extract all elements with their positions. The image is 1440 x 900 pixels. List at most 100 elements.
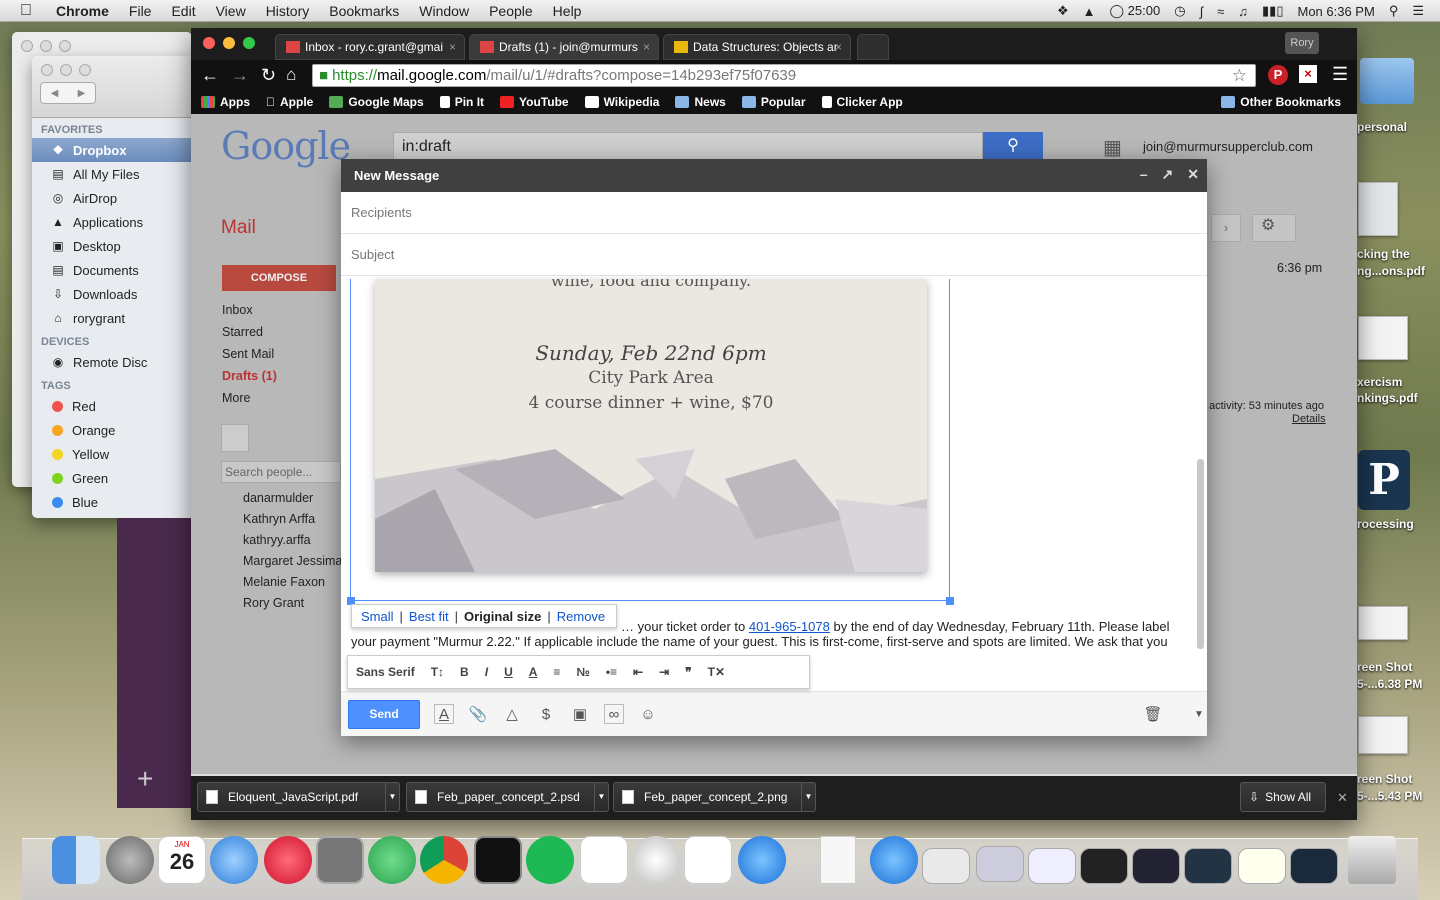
window-thumbnail[interactable] — [1080, 848, 1128, 884]
formatting-toggle-icon[interactable]: A — [434, 704, 454, 724]
nav-drafts[interactable]: Drafts (1) — [222, 369, 277, 383]
tag-blue[interactable]: Blue — [32, 490, 192, 514]
contact[interactable]: kathryy.arffa — [243, 533, 311, 547]
menu-view[interactable]: View — [216, 3, 246, 19]
tab-drafts[interactable]: Drafts (1) - join@murmurs × — [469, 34, 659, 60]
chevron-down-icon[interactable]: ▼ — [594, 783, 608, 811]
mail-label[interactable]: Mail — [221, 217, 256, 239]
trash-icon[interactable]: 🗑 — [1143, 704, 1163, 724]
menu-bookmarks[interactable]: Bookmarks — [329, 3, 399, 19]
menu-app[interactable]: Chrome — [56, 3, 109, 19]
details-link[interactable]: Details — [1292, 413, 1326, 425]
bookmark-google-maps[interactable]: Google Maps — [329, 95, 424, 109]
nav-inbox[interactable]: Inbox — [222, 303, 253, 317]
more-options-icon[interactable]: ▼ — [1189, 704, 1209, 724]
window-thumbnail[interactable] — [976, 846, 1024, 882]
nav-sent[interactable]: Sent Mail — [222, 347, 274, 361]
numbered-list-icon[interactable]: № — [576, 665, 589, 679]
menu-edit[interactable]: Edit — [171, 3, 195, 19]
attach-icon[interactable]: 📎 — [468, 704, 488, 724]
minimize-icon[interactable] — [223, 37, 235, 49]
sidebar-item-applications[interactable]: ▲ Applications — [32, 210, 192, 234]
next-page-icon[interactable]: › — [1211, 214, 1241, 242]
menu-window[interactable]: Window — [419, 3, 469, 19]
popout-icon[interactable]: ↗ — [1162, 166, 1174, 183]
contact[interactable]: Margaret Jessima — [243, 554, 342, 568]
bookmark-pin-it[interactable]: Pin It — [439, 95, 484, 109]
pinterest-icon[interactable]: P — [1268, 65, 1288, 85]
notification-center-icon[interactable]: ☰ — [1412, 3, 1424, 19]
window-thumbnail[interactable] — [1290, 848, 1338, 884]
forward-arrow-icon[interactable]: ▶ — [78, 88, 86, 99]
menu-help[interactable]: Help — [553, 3, 582, 19]
close-tab-icon[interactable]: × — [449, 40, 456, 54]
zoom-icon[interactable] — [243, 37, 255, 49]
size-small[interactable]: Small — [361, 609, 394, 624]
menu-people[interactable]: People — [489, 3, 533, 19]
close-icon[interactable] — [41, 64, 53, 76]
battery-icon[interactable]: ▮▮▯ — [1262, 3, 1283, 19]
tag-yellow[interactable]: Yellow — [32, 442, 192, 466]
pdf-thumbnail[interactable] — [1358, 182, 1398, 236]
bookmark-star-icon[interactable]: ☆ — [1232, 66, 1247, 86]
minimize-icon[interactable] — [40, 40, 52, 52]
spotify-icon[interactable] — [526, 836, 574, 884]
tag-green[interactable]: Green — [32, 466, 192, 490]
bold-icon[interactable]: B — [460, 665, 469, 679]
finder-icon[interactable] — [52, 836, 100, 884]
close-icon[interactable]: ✕ — [1337, 790, 1348, 806]
bookmark-apple[interactable]: Apple — [266, 95, 313, 109]
screenshot-thumbnail[interactable] — [1358, 606, 1408, 640]
size-best-fit[interactable]: Best fit — [409, 609, 449, 624]
settings-gear-button[interactable]: ⚙ — [1252, 214, 1296, 242]
safari-icon[interactable] — [632, 836, 680, 884]
indent-more-icon[interactable]: ⇥ — [659, 665, 669, 679]
launchpad-icon[interactable] — [106, 836, 154, 884]
drive-icon[interactable]: △ — [502, 704, 522, 724]
bookmark-news[interactable]: News — [675, 95, 726, 109]
underline-icon[interactable]: U — [504, 665, 513, 679]
sidebar-item-desktop[interactable]: ▣ Desktop — [32, 234, 192, 258]
phone-link[interactable]: 401-965-1078 — [749, 619, 830, 634]
terminal-icon[interactable] — [474, 836, 522, 884]
window-thumbnail[interactable] — [1132, 848, 1180, 884]
close-tab-icon[interactable]: × — [835, 40, 842, 54]
sidebar-item-home[interactable]: ⌂ rorygrant — [32, 306, 192, 330]
apps-grid-icon[interactable]: ▦ — [1103, 135, 1122, 160]
forward-icon[interactable]: → — [231, 65, 249, 86]
search-people-input[interactable]: Search people... — [221, 461, 341, 483]
remove-formatting-icon[interactable]: T✕ — [708, 665, 725, 679]
search-button[interactable]: ⚲ — [983, 132, 1043, 162]
download-item[interactable]: Feb_paper_concept_2.psd ▼ — [406, 782, 609, 812]
atom-icon[interactable] — [368, 836, 416, 884]
search-input[interactable]: in:draft — [393, 132, 983, 162]
clock[interactable]: Mon 6:36 PM — [1297, 4, 1374, 19]
messages-icon[interactable] — [210, 836, 258, 884]
contact[interactable]: Melanie Faxon — [243, 575, 325, 589]
contact[interactable]: danarmulder — [243, 491, 313, 505]
sidebar-item-remote-disc[interactable]: ◉ Remote Disc — [32, 350, 192, 374]
close-icon[interactable]: ✕ — [1187, 166, 1199, 183]
font-select[interactable]: Sans Serif — [356, 665, 415, 679]
folder-icon[interactable] — [1360, 58, 1414, 104]
sidebar-item-documents[interactable]: ▤ Documents — [32, 258, 192, 282]
download-item[interactable]: Eloquent_JavaScript.pdf ▼ — [197, 782, 400, 812]
tab-data-structures[interactable]: Data Structures: Objects ar × — [663, 34, 851, 60]
app-store-icon[interactable] — [738, 836, 786, 884]
trash-icon[interactable] — [1348, 836, 1396, 884]
nav-starred[interactable]: Starred — [222, 325, 263, 339]
back-arrow-icon[interactable]: ◀ — [51, 88, 59, 99]
recipients-field[interactable]: Recipients — [341, 192, 1207, 234]
indent-less-icon[interactable]: ⇤ — [633, 665, 643, 679]
minimize-icon[interactable]: – — [1140, 166, 1148, 183]
text-color-icon[interactable]: A — [529, 665, 538, 679]
document-icon[interactable] — [820, 836, 856, 884]
close-tab-icon[interactable]: × — [643, 40, 650, 54]
bluetooth-icon[interactable]: ∫ — [1200, 4, 1204, 19]
link-icon[interactable]: ∞ — [604, 704, 624, 724]
tag-red[interactable]: Red — [32, 394, 192, 418]
emoji-icon[interactable]: ☺ — [638, 704, 658, 724]
tag-orange[interactable]: Orange — [32, 418, 192, 442]
window-thumbnail[interactable] — [1238, 848, 1286, 884]
itunes-icon[interactable] — [264, 836, 312, 884]
